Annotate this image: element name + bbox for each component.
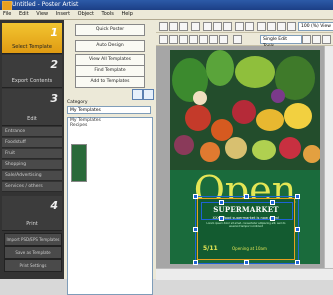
zoom-in-icon[interactable] (277, 22, 286, 31)
horizontal-scrollbar[interactable] (156, 268, 333, 280)
image-icon[interactable] (267, 22, 276, 31)
add-to-templates-button[interactable]: Add to Templates (75, 76, 145, 88)
ellipse-tool-icon[interactable] (209, 35, 218, 44)
import-templates-button[interactable]: Import PSD/EPS Templates (4, 233, 62, 246)
rotate-icon[interactable] (169, 35, 178, 44)
resize-handle[interactable] (244, 260, 249, 265)
text-tool-icon[interactable] (179, 35, 188, 44)
template-panel: Quick Poster Auto Design View All Templa… (64, 20, 157, 295)
resize-handle[interactable] (219, 216, 224, 221)
print-icon[interactable] (191, 22, 200, 31)
vertical-scrollbar[interactable] (324, 46, 333, 268)
edit-item[interactable]: Foodstuff (2, 138, 62, 148)
edit-item[interactable]: Entrance (2, 127, 62, 137)
undo-icon[interactable] (235, 22, 244, 31)
list-view-icon[interactable] (132, 89, 143, 100)
menu-edit[interactable]: Edit (16, 10, 32, 17)
thumbnail-view-icon[interactable] (143, 89, 154, 100)
copy-icon[interactable] (213, 22, 222, 31)
list-item[interactable]: Recipes (68, 123, 152, 128)
menu-file[interactable]: File (0, 10, 14, 17)
print-settings-button[interactable]: Print Settings (4, 259, 62, 272)
resize-handle[interactable] (193, 194, 198, 199)
polygon-tool-icon[interactable] (219, 35, 228, 44)
text-icon[interactable] (257, 22, 266, 31)
select-arrow-icon[interactable] (159, 35, 168, 44)
zoom-select[interactable]: 100 (%) View (298, 22, 333, 31)
title-bar: Untitled - Poster Artist (0, 0, 333, 11)
save-template-button[interactable]: Save as Template (4, 246, 62, 259)
menu-insert[interactable]: Insert (53, 10, 73, 17)
step-select-template[interactable]: 1 Select Template (2, 23, 62, 54)
edit-item[interactable]: Fruit (2, 149, 62, 159)
step-label: Export Contents (11, 78, 53, 84)
line-tool-icon[interactable] (189, 35, 198, 44)
step-label: Print (26, 221, 38, 227)
group-icon[interactable] (312, 35, 321, 44)
rectangle-tool-icon[interactable] (199, 35, 208, 44)
align-icon[interactable] (302, 35, 311, 44)
edit-tools-select[interactable]: Single Edit Tools (260, 35, 302, 49)
edit-item[interactable]: Shopping (2, 160, 62, 170)
step-label: Select Template (12, 44, 52, 50)
resize-handle[interactable] (270, 200, 275, 205)
step-edit[interactable]: 3 Edit (2, 89, 62, 126)
step-export-contents[interactable]: 2 Export Contents (2, 55, 62, 88)
resize-handle[interactable] (244, 194, 249, 199)
edit-item[interactable]: Sale/Advertising (2, 171, 62, 181)
resize-handle[interactable] (295, 227, 300, 232)
auto-design-button[interactable]: Auto Design (75, 40, 145, 52)
open-icon[interactable] (169, 22, 178, 31)
main-toolbar: 100 (%) View (156, 20, 333, 33)
resize-handle[interactable] (295, 260, 300, 265)
resize-handle[interactable] (193, 260, 198, 265)
edit-item-list: Entrance Foodstuff Fruit Shopping Sale/A… (2, 127, 62, 193)
window-title: Untitled - Poster Artist (12, 1, 79, 8)
step-number: 4 (50, 199, 58, 212)
arrange-icon[interactable] (233, 35, 242, 44)
paste-icon[interactable] (223, 22, 232, 31)
quick-poster-button[interactable]: Quick Poster (75, 24, 145, 36)
resize-handle[interactable] (219, 200, 224, 205)
resize-handle[interactable] (295, 194, 300, 199)
steps-sidebar: 1 Select Template 2 Export Contents 3 Ed… (0, 20, 64, 279)
menu-view[interactable]: View (33, 10, 51, 17)
step-number: 2 (50, 58, 58, 71)
resize-handle[interactable] (270, 216, 275, 221)
new-icon[interactable] (159, 22, 168, 31)
menu-tools[interactable]: Tools (99, 10, 117, 17)
step-number: 3 (50, 92, 58, 105)
category-select[interactable]: My Templates (67, 106, 151, 114)
step-label: Edit (27, 116, 37, 122)
edit-item[interactable]: Services / others (2, 182, 62, 192)
vegetables-image[interactable] (170, 50, 320, 170)
menu-help[interactable]: Help (118, 10, 135, 17)
redo-icon[interactable] (245, 22, 254, 31)
lock-icon[interactable] (322, 35, 331, 44)
cut-icon[interactable] (203, 22, 212, 31)
menu-bar: File Edit View Insert Object Tools Help (0, 10, 333, 20)
template-list[interactable]: My Templates Recipes (67, 117, 153, 295)
resize-handle[interactable] (193, 227, 198, 232)
selection-frame-title (201, 202, 293, 220)
zoom-out-icon[interactable] (287, 22, 296, 31)
edit-toolbar: Single Edit Tools (156, 33, 333, 49)
template-thumbnail[interactable] (71, 144, 87, 182)
category-label: Category (67, 100, 88, 105)
save-icon[interactable] (179, 22, 188, 31)
step-number: 1 (50, 26, 58, 39)
menu-object[interactable]: Object (75, 10, 97, 17)
step-print[interactable]: 4 Print (2, 196, 62, 231)
